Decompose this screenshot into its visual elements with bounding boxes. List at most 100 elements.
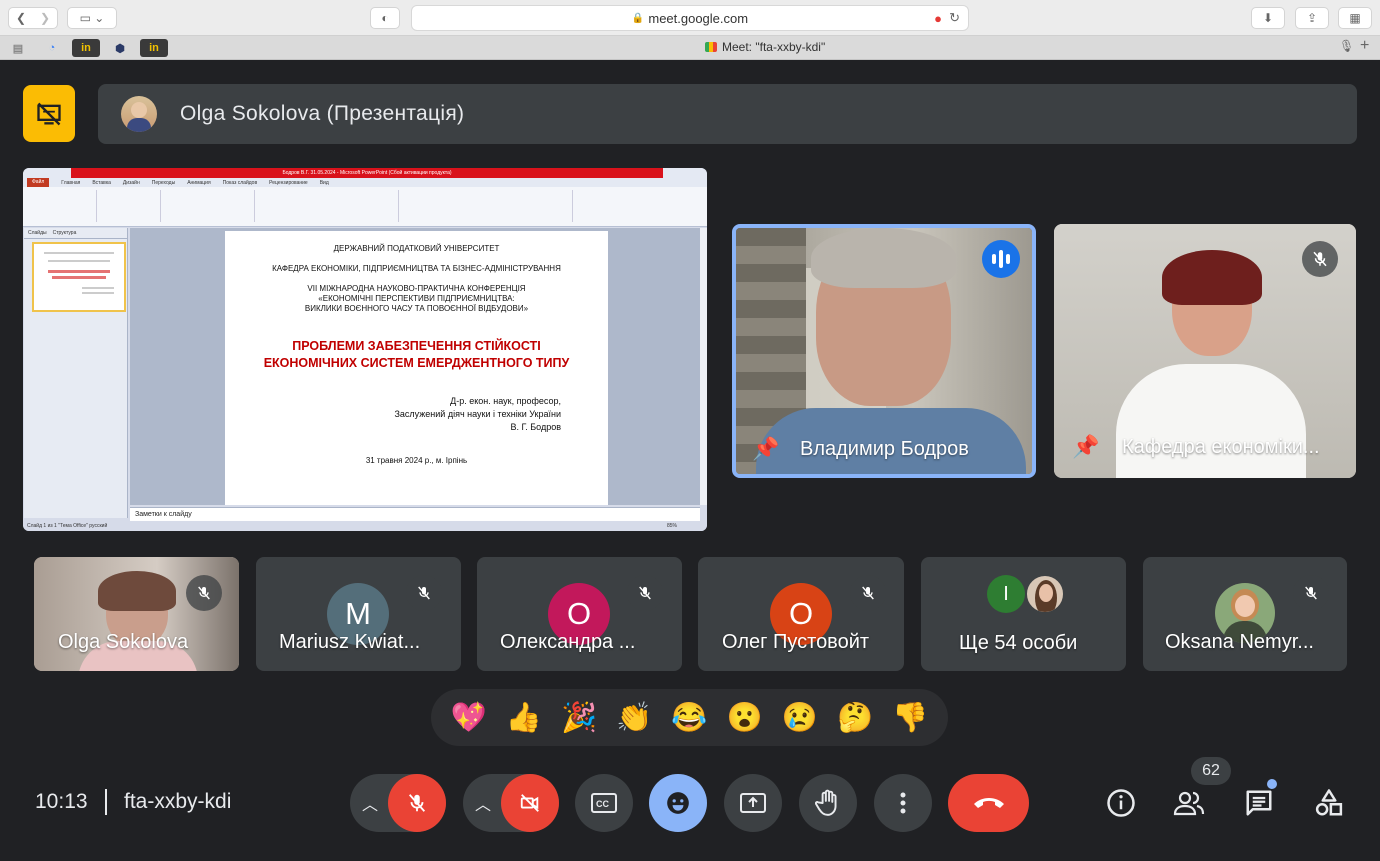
captions-button[interactable]: CC bbox=[575, 774, 633, 832]
reaction-party-popper[interactable]: 🎉 bbox=[561, 701, 597, 735]
ribbon-font bbox=[165, 190, 255, 222]
privacy-report-button[interactable]: ◐ bbox=[370, 7, 400, 29]
participant-avatar: І bbox=[987, 575, 1025, 613]
chat-icon bbox=[1246, 790, 1272, 816]
mic-off-icon bbox=[1293, 575, 1329, 611]
slide-page: ДЕРЖАВНИЙ ПОДАТКОВИЙ УНІВЕРСИТЕТ КАФЕДРА… bbox=[225, 231, 608, 505]
ppt-menu-item: Рецензирование bbox=[269, 179, 308, 186]
slide-conference-title-1: «ЕКОНОМІЧНІ ПЕРСПЕКТИВИ ПІДПРИЄМНИЦТВА: bbox=[318, 294, 515, 303]
unread-dot bbox=[1267, 779, 1277, 789]
favorite-reader-icon[interactable]: ▤ bbox=[4, 39, 32, 57]
slide-author-title: Д-р. екон. наук, професор, bbox=[450, 396, 561, 406]
address-bar[interactable]: 🔒 meet.google.com ● ↻ bbox=[411, 5, 969, 31]
ribbon-slides bbox=[101, 190, 161, 222]
ppt-canvas: ДЕРЖАВНИЙ ПОДАТКОВИЙ УНІВЕРСИТЕТ КАФЕДРА… bbox=[130, 228, 700, 505]
hang-up-icon bbox=[973, 798, 1004, 808]
tab-bar: ▤ ◔ in ⬢ in Meet: "fta-xxby-kdi" 🎙 + bbox=[0, 36, 1380, 60]
mic-off-icon bbox=[186, 575, 222, 611]
speaking-indicator-icon bbox=[982, 240, 1020, 278]
raise-hand-button[interactable] bbox=[799, 774, 857, 832]
favorite-in-2[interactable]: in bbox=[140, 39, 168, 57]
slide-title-1: ПРОБЛЕМИ ЗАБЕЗПЕЧЕННЯ СТІЙКОСТІ bbox=[292, 339, 541, 353]
hide-presentation-button[interactable] bbox=[23, 85, 75, 142]
ribbon-clipboard bbox=[27, 190, 97, 222]
camera-toggle-button[interactable] bbox=[501, 774, 559, 832]
ppt-menu: Файл Главная Вставка Дизайн Переходы Ани… bbox=[23, 178, 707, 187]
share-button[interactable]: ⇪ bbox=[1295, 7, 1329, 29]
pin-icon[interactable]: 📌 bbox=[1072, 434, 1099, 460]
activities-button[interactable] bbox=[1312, 785, 1346, 821]
slide-thumbnail bbox=[32, 242, 126, 312]
downloads-button[interactable]: ⬇ bbox=[1251, 7, 1285, 29]
reaction-thinking[interactable]: 🤔 bbox=[837, 701, 873, 735]
ppt-title-bar: Бодров В.Г. 31.05.2024 - Microsoft Power… bbox=[23, 168, 707, 178]
ppt-menu-item: Главная bbox=[61, 179, 81, 186]
favorite-hex-icon[interactable]: ⬢ bbox=[106, 39, 134, 57]
slide-date: 31 травня 2024 р., м. Ірпінь bbox=[365, 456, 468, 465]
ribbon-editing bbox=[577, 190, 627, 222]
reload-icon[interactable]: ↻ bbox=[949, 10, 960, 26]
favorite-c-icon[interactable]: ◔ bbox=[38, 39, 66, 57]
ppt-body: Слайды Структура ДЕРЖАВНИЙ ПОДАТКОВИЙ УН… bbox=[23, 228, 707, 531]
reaction-sparkling-heart[interactable]: 💖 bbox=[451, 701, 487, 735]
meeting-code: fta-xxby-kdi bbox=[124, 790, 232, 813]
ribbon-paragraph bbox=[259, 190, 399, 222]
forward-icon[interactable]: ❯ bbox=[40, 11, 50, 25]
participant-count-badge: 62 bbox=[1191, 757, 1231, 785]
new-tab-icon[interactable]: + bbox=[1360, 37, 1369, 55]
info-icon bbox=[1107, 789, 1135, 817]
speaker-name: Кафедра економіки... bbox=[1122, 436, 1320, 458]
participant-tile[interactable]: О Олег Пустовойт bbox=[698, 557, 904, 671]
speaker-tile[interactable]: 📌 Кафедра економіки... bbox=[1054, 224, 1356, 478]
slide-university: ДЕРЖАВНИЙ ПОДАТКОВИЙ УНІВЕРСИТЕТ bbox=[333, 244, 500, 253]
participant-tile[interactable]: О Олександра ... bbox=[477, 557, 682, 671]
ppt-menu-item: Анимация bbox=[187, 179, 211, 186]
people-button[interactable] bbox=[1172, 785, 1206, 821]
slide-department: КАФЕДРА ЕКОНОМІКИ, ПІДПРИЄМНИЦТВА ТА БІЗ… bbox=[272, 264, 561, 273]
reaction-thumbs-up[interactable]: 👍 bbox=[506, 701, 542, 735]
mic-off-icon bbox=[850, 575, 886, 611]
ppt-menu-item: Дизайн bbox=[122, 179, 140, 186]
download-icon: ⬇ bbox=[1262, 11, 1274, 25]
mic-icon[interactable]: ● bbox=[934, 11, 942, 26]
participant-tile[interactable]: Olga Sokolova bbox=[34, 557, 239, 671]
ppt-menu-item: Показ слайдов bbox=[222, 179, 258, 186]
reaction-clapping[interactable]: 👏 bbox=[616, 701, 652, 735]
participant-name: Олег Пустовойт bbox=[722, 631, 870, 653]
lock-icon: 🔒 bbox=[631, 12, 645, 24]
present-button[interactable] bbox=[724, 774, 782, 832]
favorite-in-1[interactable]: in bbox=[72, 39, 100, 57]
participant-tile[interactable]: M Mariusz Kwiat... bbox=[256, 557, 461, 671]
meeting-details-button[interactable] bbox=[1104, 785, 1138, 821]
more-options-button[interactable] bbox=[874, 774, 932, 832]
active-tab[interactable]: Meet: "fta-xxby-kdi" bbox=[705, 40, 825, 54]
camera-off-icon bbox=[520, 794, 539, 812]
reactions-button[interactable] bbox=[649, 774, 707, 832]
reactions-bar: 💖 👍 🎉 👏 😂 😮 😢 🤔 👎 bbox=[431, 689, 948, 746]
reaction-thumbs-down[interactable]: 👎 bbox=[892, 701, 928, 735]
sidebar-toggle-button[interactable]: ▭ ⌄ bbox=[67, 7, 117, 29]
leave-call-button[interactable] bbox=[948, 774, 1029, 832]
reaction-laughing[interactable]: 😂 bbox=[671, 701, 707, 735]
speaker-tile-active[interactable]: 📌 Владимир Бодров bbox=[732, 224, 1036, 478]
back-icon[interactable]: ❮ bbox=[16, 11, 26, 25]
back-forward-buttons[interactable]: ❮ ❯ bbox=[8, 7, 58, 29]
grid-icon: ▦ bbox=[1349, 11, 1361, 25]
chat-button[interactable] bbox=[1242, 779, 1277, 821]
reaction-crying[interactable]: 😢 bbox=[782, 701, 818, 735]
ppt-status-text: Слайд 1 из 1 "Тема Office" русский bbox=[27, 523, 108, 529]
ppt-slide-panel: Слайды Структура bbox=[24, 228, 128, 518]
chevron-up-icon[interactable]: ︿ bbox=[362, 791, 378, 815]
reaction-surprised[interactable]: 😮 bbox=[727, 701, 763, 735]
more-participants-tile[interactable]: І Ще 54 особи bbox=[921, 557, 1126, 671]
shapes-icon bbox=[1315, 789, 1343, 816]
tab-overview-button[interactable]: ▦ bbox=[1338, 7, 1372, 29]
ppt-window-title: Бодров В.Г. 31.05.2024 - Microsoft Power… bbox=[71, 168, 663, 178]
participant-tile[interactable]: Oksana Nemyr... bbox=[1143, 557, 1347, 671]
pin-icon[interactable]: 📌 bbox=[752, 436, 779, 462]
mic-toggle-button[interactable] bbox=[388, 774, 446, 832]
slide-conference: VII МІЖНАРОДНА НАУКОВО-ПРАКТИЧНА КОНФЕРЕ… bbox=[307, 284, 526, 293]
chevron-up-icon[interactable]: ︿ bbox=[475, 791, 491, 815]
tab-mic-icon[interactable]: 🎙 bbox=[1339, 39, 1354, 53]
closed-captions-icon: CC bbox=[591, 793, 617, 813]
